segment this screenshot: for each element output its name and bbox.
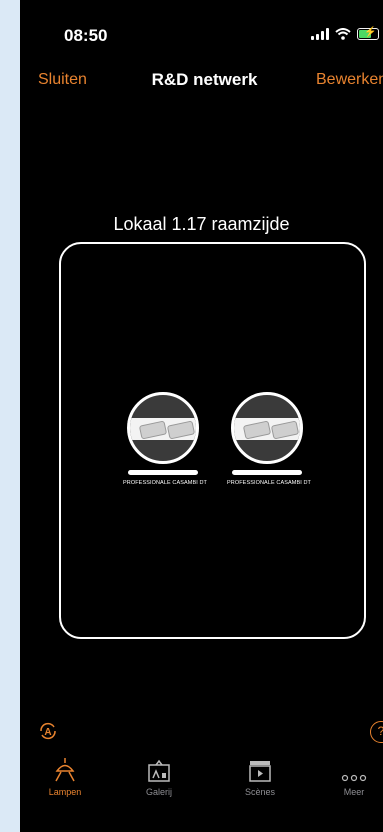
lamp-device-icon [127,392,199,464]
more-icon [341,774,367,782]
tab-galerij[interactable]: Galerij [124,755,194,797]
status-icons: ⚡ [311,27,379,40]
app-screen: 08:50 ⚡ Sluiten R&D netwerk Bewerken Lok… [20,0,383,832]
edit-button[interactable]: Bewerken [316,71,383,89]
tab-lampen[interactable]: Lampen [30,755,100,797]
lamp-label: PROFESSIONALE CASAMBI DT [227,480,312,486]
lamp-level-bar [232,470,302,475]
tab-label: Scènes [244,787,276,797]
battery-icon: ⚡ [357,27,379,40]
lamp-icon [55,758,75,782]
lamp-item[interactable]: PROFESSIONALE CASAMBI DT [123,392,208,486]
room-title: Lokaal 1.17 raamzijde [113,214,290,234]
svg-text:A: A [44,727,51,738]
wifi-icon [335,28,351,40]
help-icon[interactable]: ? [370,721,383,743]
tab-label: Meer [343,787,365,797]
tab-scenes[interactable]: Scènes [225,755,295,797]
lamp-label: PROFESSIONALE CASAMBI DT [123,480,208,486]
lamp-device-icon [231,392,303,464]
tab-bar: Lampen Galerij Scènes Meer [20,755,383,805]
status-time: 08:50 [64,26,108,45]
room-frame: PROFESSIONALE CASAMBI DT PROFESSIONALE C… [59,242,366,639]
auto-mode-icon[interactable]: A [38,721,58,741]
tab-label: Galerij [145,787,172,797]
lamp-level-bar [128,470,198,475]
gallery-icon [148,759,170,782]
tab-label: Lampen [48,787,82,797]
scenes-icon [249,761,271,782]
lamp-item[interactable]: PROFESSIONALE CASAMBI DT [227,392,312,486]
signal-icon [311,28,329,40]
tab-meer[interactable]: Meer [319,755,383,797]
